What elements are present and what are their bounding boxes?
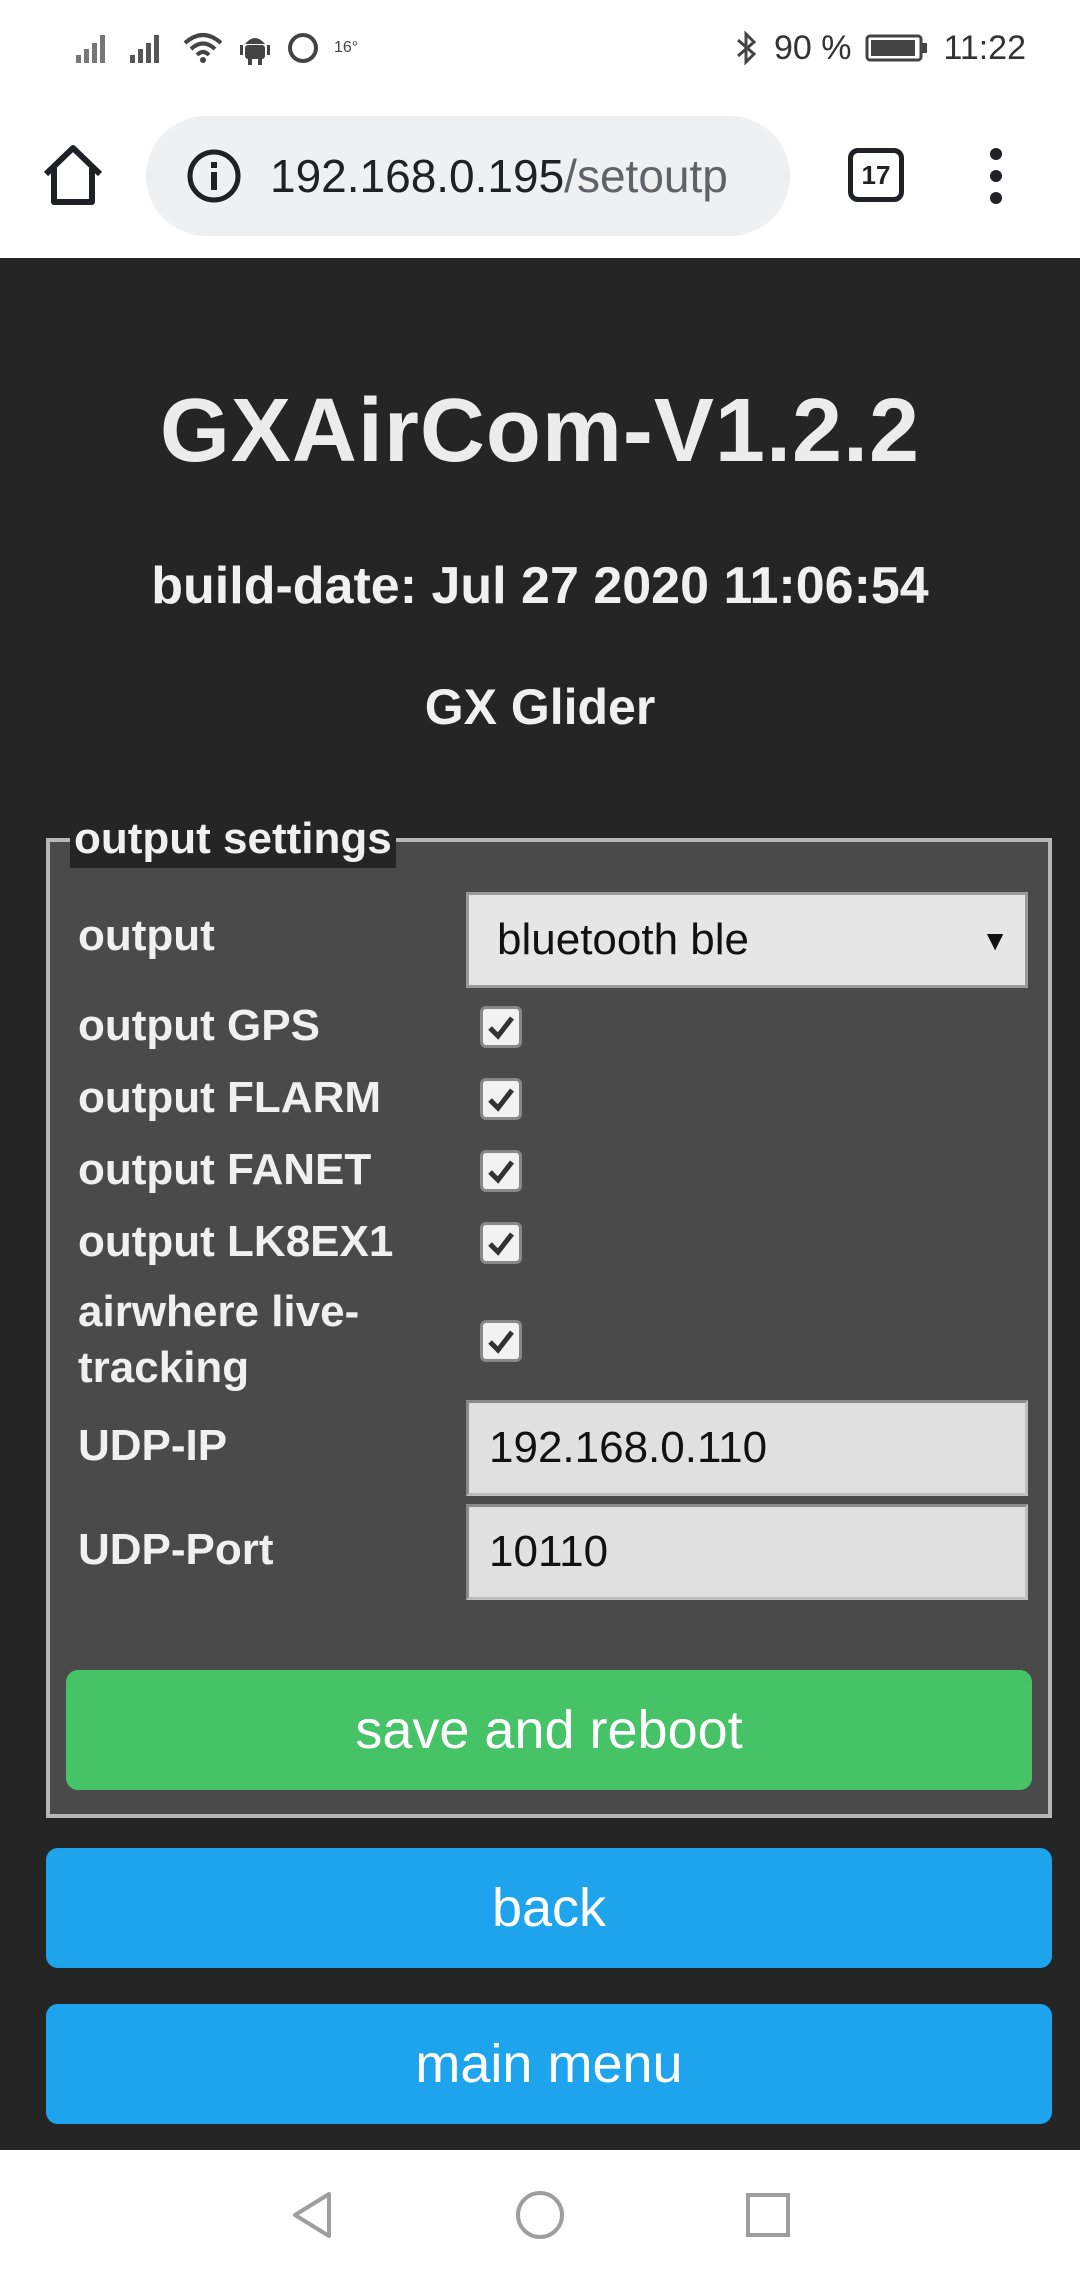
status-bar: 16° 90 % 11:22 (0, 0, 1080, 96)
output-fanet-checkbox[interactable] (480, 1150, 522, 1192)
output-gps-label: output GPS (78, 1001, 320, 1050)
url-path: /setoutp (564, 150, 728, 202)
fieldset-legend: output settings (70, 810, 396, 868)
checkmark-icon (488, 1330, 514, 1354)
checkmark-icon (488, 1016, 514, 1040)
screen: 16° 90 % 11:22 192.168.0.195/setoutp 17 … (0, 0, 1080, 2280)
output-lk8ex1-checkbox[interactable] (480, 1222, 522, 1264)
battery-icon (865, 33, 929, 63)
status-icons-right: 90 % 11:22 (734, 29, 1026, 68)
url-text[interactable]: 192.168.0.195/setoutp (270, 149, 728, 203)
output-label: output (78, 911, 215, 960)
page-title: GXAirCom-V1.2.2 (159, 381, 921, 481)
udp-port-label: UDP-Port (78, 1525, 274, 1574)
back-button[interactable]: back (46, 1848, 1052, 1968)
save-and-reboot-button[interactable]: save and reboot (66, 1670, 1032, 1790)
airwhere-label-line2: tracking (78, 1343, 250, 1392)
back-triangle-icon[interactable] (287, 2188, 337, 2242)
dropdown-arrow-icon: ▼ (981, 925, 1009, 956)
udp-ip-label: UDP-IP (78, 1421, 228, 1470)
output-flarm-label: output FLARM (78, 1073, 381, 1122)
recents-square-icon[interactable] (743, 2190, 793, 2240)
build-date: build-date: Jul 27 2020 11:06:54 (151, 557, 929, 615)
signal-icon (74, 31, 114, 65)
navigation-bar (0, 2150, 1080, 2280)
address-bar[interactable]: 192.168.0.195/setoutp (146, 116, 790, 236)
device-name: GX Glider (424, 679, 656, 735)
udp-port-input[interactable]: 10110 (466, 1504, 1028, 1600)
output-select[interactable]: bluetooth ble ▼ (466, 892, 1028, 988)
clock: 11:22 (943, 28, 1026, 67)
battery-percent: 90 % (773, 28, 852, 67)
checkmark-icon (488, 1232, 514, 1256)
temp-label: 16° (334, 39, 359, 56)
airwhere-label-line1: airwhere live- (78, 1287, 360, 1336)
home-button[interactable] (38, 140, 108, 210)
home-circle-icon[interactable] (513, 2188, 567, 2242)
more-vert-icon (990, 148, 1002, 204)
overflow-menu-button[interactable] (980, 144, 1012, 208)
output-flarm-checkbox[interactable] (480, 1078, 522, 1120)
status-icons-left: 16° (74, 30, 358, 66)
output-fanet-label: output FANET (78, 1145, 372, 1194)
checkmark-icon (488, 1088, 514, 1112)
wifi-icon (182, 31, 224, 65)
temperature-icon: 16° (334, 40, 358, 56)
udp-port-value: 10110 (489, 1527, 609, 1576)
tab-switcher-button[interactable]: 17 (848, 148, 904, 202)
tab-count: 17 (861, 159, 891, 190)
udp-ip-input[interactable]: 192.168.0.110 (466, 1400, 1028, 1496)
home-icon (43, 145, 103, 205)
output-settings-fieldset: output settings output bluetooth ble ▼ o… (46, 810, 1052, 1818)
bluetooth-icon (734, 30, 760, 66)
android-debug-icon (238, 30, 272, 66)
signal-icon (128, 31, 168, 65)
checkmark-icon (488, 1160, 514, 1184)
udp-ip-value: 192.168.0.110 (489, 1423, 768, 1472)
output-gps-checkbox[interactable] (480, 1006, 522, 1048)
url-host: 192.168.0.195 (270, 150, 565, 202)
circle-icon (286, 31, 320, 65)
info-icon[interactable] (186, 148, 242, 204)
output-lk8ex1-label: output LK8EX1 (78, 1217, 394, 1266)
web-page: GXAirCom-V1.2.2 build-date: Jul 27 2020 … (0, 258, 1080, 2150)
output-select-value: bluetooth ble (497, 915, 749, 964)
browser-toolbar: 192.168.0.195/setoutp 17 (0, 96, 1080, 258)
airwhere-checkbox[interactable] (480, 1320, 522, 1362)
main-menu-button[interactable]: main menu (46, 2004, 1052, 2124)
